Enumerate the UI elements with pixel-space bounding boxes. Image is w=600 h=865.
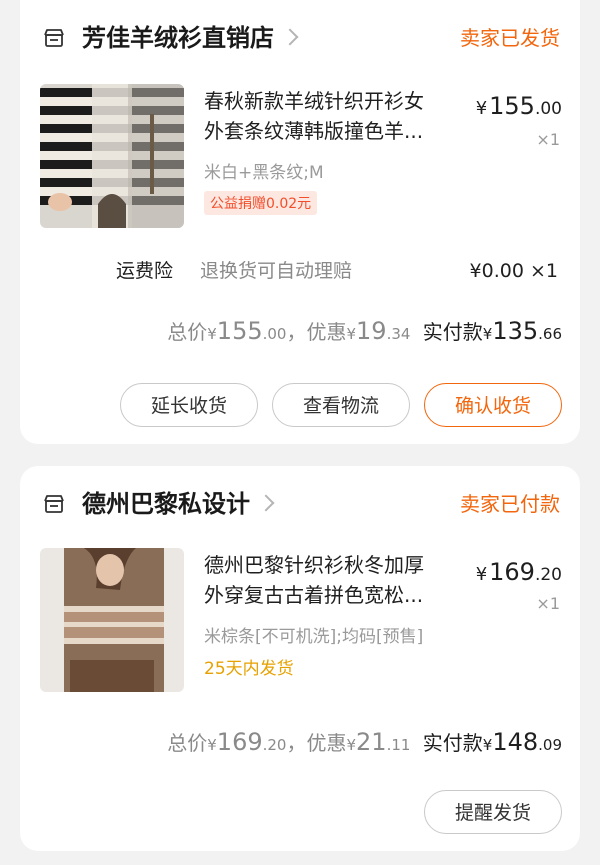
product-price: ¥155.00	[476, 92, 562, 120]
product-quantity: ×1	[536, 130, 560, 149]
order-totals: 总价¥155.00，优惠¥19.34 实付款¥135.66	[167, 316, 562, 345]
product-image	[40, 548, 184, 692]
order-card[interactable]: 德州巴黎私设计 卖家已付款 德州巴黎针织衫秋冬加厚 外穿复古古着拼色宽松... …	[20, 466, 580, 851]
total-decimal: .20	[262, 736, 287, 754]
order-card[interactable]: 芳佳羊绒衫直销店 卖家已发货 春秋新款羊绒针织开衫女 外套条纹薄韩版撞色羊...…	[20, 0, 580, 444]
chevron-right-icon	[257, 494, 275, 512]
product-title[interactable]: 春秋新款羊绒针织开衫女 外套条纹薄韩版撞色羊...	[204, 86, 466, 146]
shop-header[interactable]: 德州巴黎私设计 卖家已付款	[42, 484, 560, 524]
price-decimal: .00	[534, 99, 562, 119]
shop-name-text: 芳佳羊绒衫直销店	[82, 24, 274, 52]
currency-symbol: ¥	[475, 564, 488, 585]
shop-header[interactable]: 芳佳羊绒衫直销店 卖家已发货	[42, 18, 560, 58]
discount-label: 优惠	[306, 731, 347, 755]
currency-symbol: ¥	[482, 736, 493, 754]
store-icon	[44, 495, 64, 513]
total-decimal: .00	[262, 325, 287, 343]
total-label: 总价	[167, 731, 208, 755]
discount-integer: 21	[356, 728, 387, 756]
currency-symbol: ¥	[346, 736, 357, 754]
price-decimal: .20	[534, 565, 562, 585]
insurance-label: 运费险	[116, 260, 174, 282]
product-image	[40, 84, 184, 228]
confirm-receipt-button[interactable]: 确认收货	[424, 383, 562, 427]
shop-name[interactable]: 德州巴黎私设计	[82, 484, 275, 524]
paid-decimal: .09	[538, 736, 562, 754]
currency-symbol: ¥	[475, 98, 488, 119]
currency-symbol: ¥	[482, 325, 493, 343]
currency-symbol: ¥	[207, 325, 217, 343]
discount-decimal: .34	[386, 325, 411, 343]
product-quantity: ×1	[536, 594, 560, 613]
remind-shipment-button[interactable]: 提醒发货	[424, 790, 562, 834]
separator: ，	[286, 320, 307, 344]
total-integer: 155	[216, 317, 263, 345]
discount-label: 优惠	[306, 320, 347, 344]
paid-label: 实付款	[422, 731, 483, 755]
charity-badge: 公益捐赠0.02元	[204, 191, 318, 215]
product-title[interactable]: 德州巴黎针织衫秋冬加厚 外穿复古古着拼色宽松...	[204, 550, 466, 610]
extend-receipt-button[interactable]: 延长收货	[120, 383, 258, 427]
product-price: ¥169.20	[476, 558, 562, 586]
shipping-time-note: 25天内发货	[204, 659, 294, 679]
store-icon	[44, 29, 64, 47]
price-integer: 169	[489, 558, 535, 586]
discount-decimal: .11	[386, 736, 411, 754]
product-title-line: 外套条纹薄韩版撞色羊...	[204, 119, 424, 143]
order-totals: 总价¥169.20，优惠¥21.11 实付款¥148.09	[167, 727, 562, 756]
paid-integer: 135	[492, 317, 539, 345]
paid-decimal: .66	[538, 325, 562, 343]
order-status: 卖家已发货	[460, 26, 560, 50]
shipping-insurance-row: 运费险 退换货可自动理赔 ¥0.00 ×1	[116, 256, 558, 286]
insurance-description: 退换货可自动理赔	[200, 260, 353, 282]
total-integer: 169	[216, 728, 263, 756]
price-integer: 155	[489, 92, 535, 120]
paid-amount: 实付款¥135.66	[422, 317, 562, 345]
product-thumbnail[interactable]	[40, 84, 184, 228]
product-spec: 米白+黑条纹;M	[204, 163, 324, 183]
currency-symbol: ¥	[346, 325, 357, 343]
product-thumbnail[interactable]	[40, 548, 184, 692]
product-title-line: 外穿复古古着拼色宽松...	[204, 583, 424, 607]
currency-symbol: ¥	[207, 736, 217, 754]
paid-integer: 148	[492, 728, 539, 756]
chevron-right-icon	[281, 28, 299, 46]
shop-name-text: 德州巴黎私设计	[82, 490, 250, 518]
paid-label: 实付款	[422, 320, 483, 344]
paid-amount: 实付款¥148.09	[422, 728, 562, 756]
product-title-line: 春秋新款羊绒针织开衫女	[204, 89, 424, 113]
discount-integer: 19	[356, 317, 387, 345]
separator: ，	[286, 731, 307, 755]
order-status: 卖家已付款	[460, 492, 560, 516]
product-title-line: 德州巴黎针织衫秋冬加厚	[204, 553, 424, 577]
product-spec: 米棕条[不可机洗];均码[预售]	[204, 627, 424, 647]
insurance-price: ¥0.00 ×1	[469, 260, 558, 282]
shop-name[interactable]: 芳佳羊绒衫直销店	[82, 18, 299, 58]
total-label: 总价	[167, 320, 208, 344]
view-logistics-button[interactable]: 查看物流	[272, 383, 410, 427]
